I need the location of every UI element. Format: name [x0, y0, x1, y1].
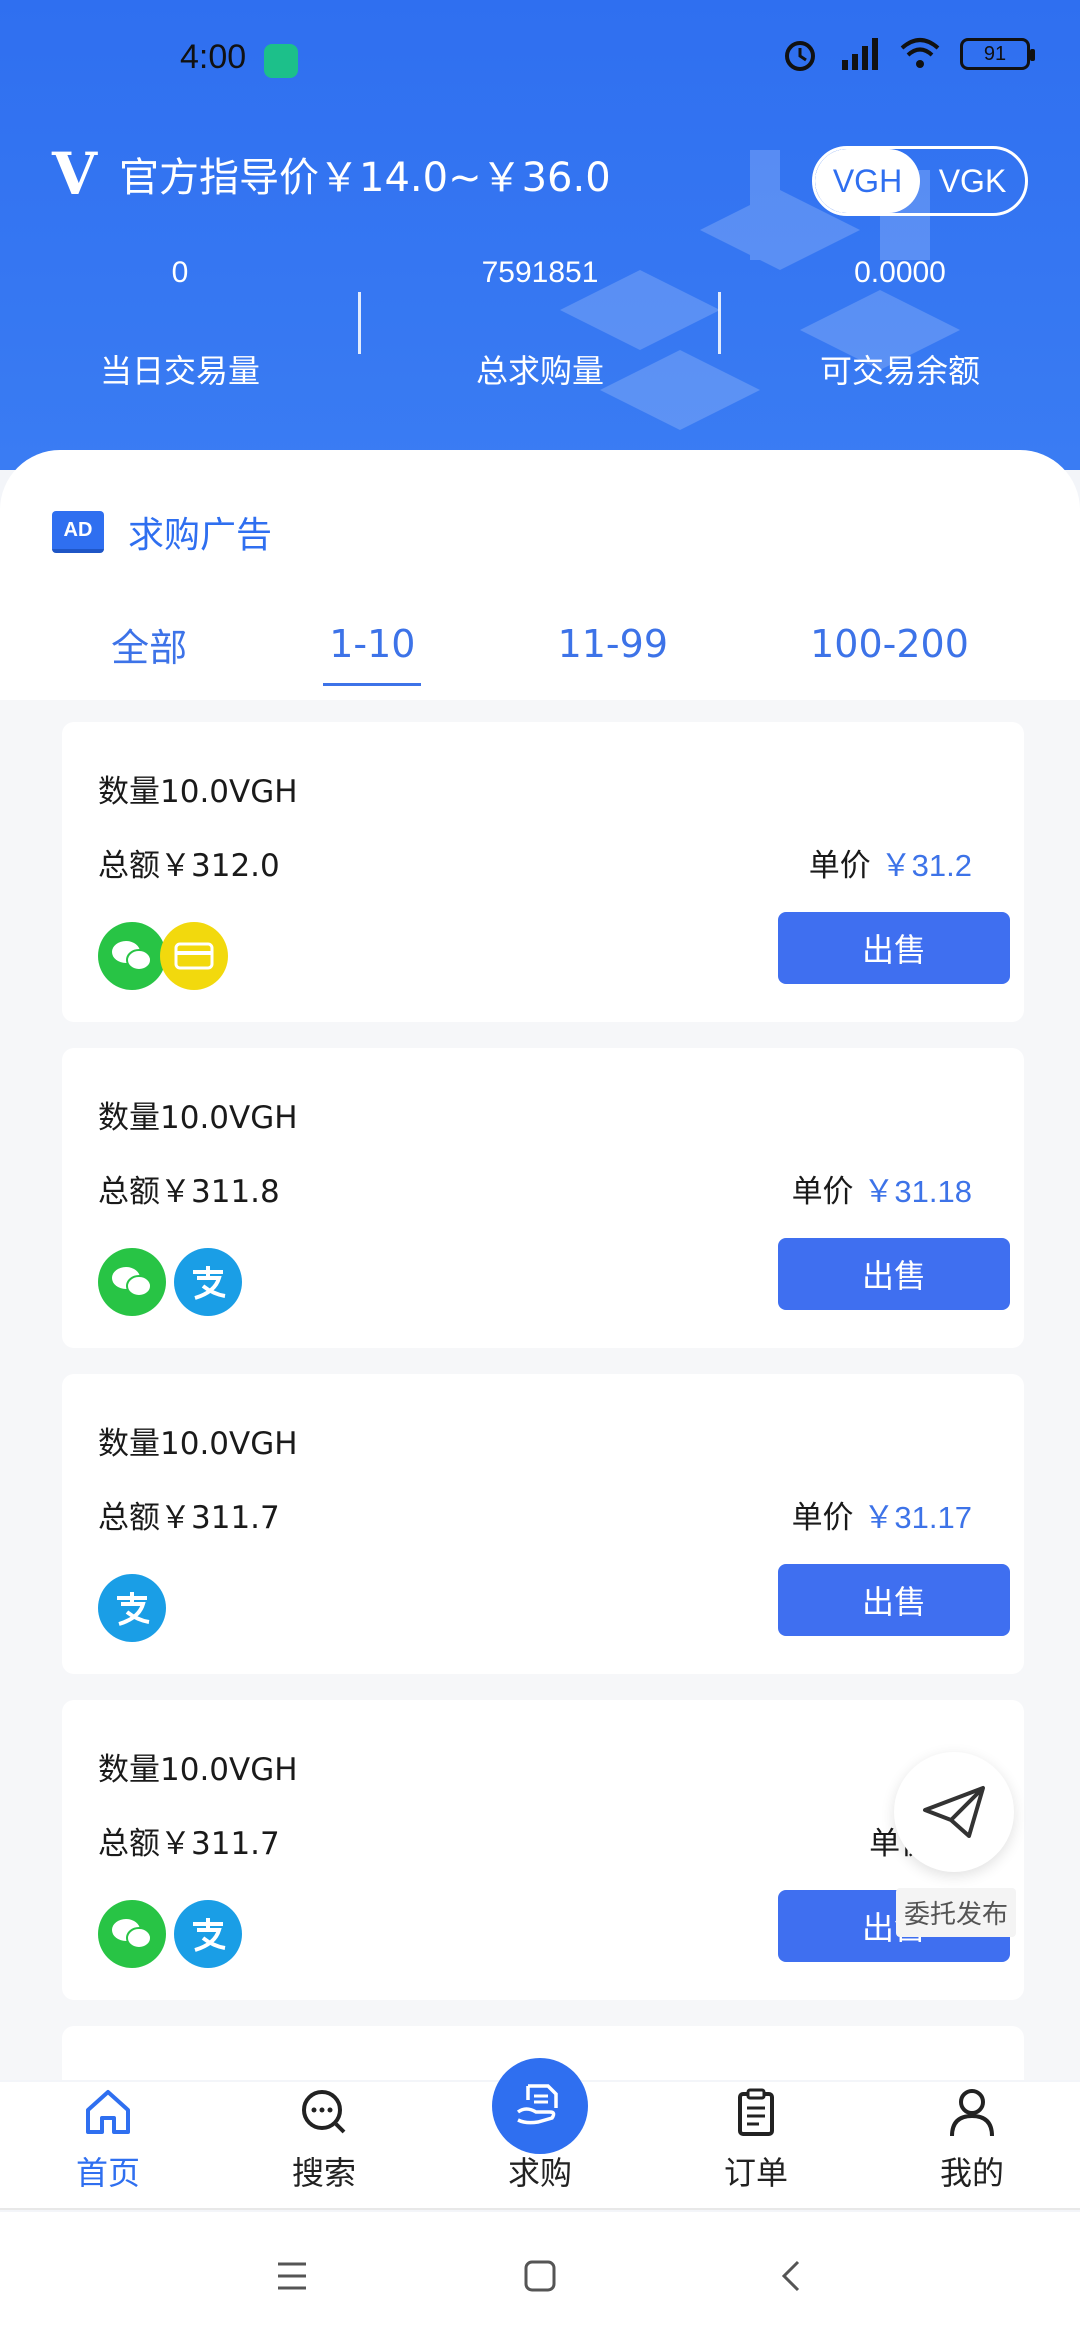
status-bar: 4:00 91	[0, 0, 1080, 120]
shield-icon	[264, 44, 298, 78]
nav-search[interactable]: 搜索	[216, 2082, 432, 2208]
alipay-icon	[174, 1248, 242, 1316]
system-nav-bar	[0, 2212, 1080, 2340]
app-logo: V	[52, 140, 98, 208]
nav-orders[interactable]: 订单	[648, 2082, 864, 2208]
list-item: 数量10.0VGH 总额￥311.8 单价 ￥31.18 出售	[62, 1048, 1024, 1348]
home-square-icon[interactable]	[520, 2256, 560, 2296]
ad-section-header: AD 求购广告	[52, 506, 272, 558]
list-item: 数量10.0VGH 总额￥311.7 单价 ￥31.17 出售	[62, 1374, 1024, 1674]
menu-icon[interactable]	[272, 2256, 312, 2296]
guide-price: 官方指导价￥14.0~￥36.0	[119, 155, 611, 201]
filter-tabs: 全部 1-10 11-99 100-200	[0, 610, 1080, 690]
ad-list: 数量10.0VGH 总额￥312.0 单价 ￥31.2 出售 数量10.0VGH…	[0, 700, 1080, 2080]
wifi-icon	[900, 38, 940, 68]
bottom-nav: 首页 搜索 求购 订单 我的	[0, 2058, 1080, 2210]
card-total: 总额￥311.7	[98, 1826, 280, 1862]
clipboard-icon	[738, 2088, 774, 2136]
signal-icon	[842, 38, 878, 70]
list-item: 数量10.0VGH 总额￥311.7 单价 ￥ 出售	[62, 1700, 1024, 2000]
purchase-icon	[492, 2058, 588, 2154]
toggle-vgk[interactable]: VGK	[920, 149, 1025, 213]
home-icon	[86, 2090, 130, 2134]
battery-indicator: 91	[960, 38, 1035, 70]
card-quantity: 数量10.0VGH	[98, 1752, 298, 1788]
delegate-publish-button[interactable]	[894, 1752, 1014, 1872]
tab-1-10[interactable]: 1-10	[323, 622, 422, 686]
status-time: 4:00	[180, 38, 247, 76]
card-unit-price: 单价 ￥31.18	[791, 1174, 972, 1210]
wechat-pay-icon	[98, 922, 166, 990]
coin-toggle[interactable]: VGH VGK	[812, 146, 1028, 216]
card-unit-price: 单价 ￥31.2	[808, 848, 972, 884]
alarm-icon	[785, 41, 815, 71]
toggle-vgh[interactable]: VGH	[815, 149, 920, 213]
search-icon	[302, 2090, 346, 2134]
card-total: 总额￥311.8	[98, 1174, 280, 1210]
delegate-publish-label: 委托发布	[896, 1888, 1017, 1937]
bank-card-icon	[160, 922, 228, 990]
stats-row: 0 当日交易量 7591851 总求购量 0.0000 可交易余额	[0, 250, 1080, 390]
alipay-icon	[98, 1574, 166, 1642]
header-banner: 4:00 91 V 官方指导价￥14.0~￥36.0 VGH VGK 0 当日交…	[0, 0, 1080, 470]
nav-home[interactable]: 首页	[0, 2082, 216, 2208]
ad-badge-icon: AD	[52, 511, 104, 553]
back-icon[interactable]	[772, 2256, 812, 2296]
sell-button[interactable]: 出售	[778, 912, 1010, 984]
stat-daily-volume: 0 当日交易量	[99, 256, 260, 390]
nav-profile[interactable]: 我的	[864, 2082, 1080, 2208]
ad-section-title: 求购广告	[128, 515, 273, 556]
sell-button[interactable]: 出售	[778, 1564, 1010, 1636]
stat-balance: 0.0000 可交易余额	[819, 256, 980, 390]
user-icon	[950, 2089, 994, 2137]
stat-divider	[358, 292, 361, 354]
card-total: 总额￥312.0	[98, 848, 280, 884]
paper-plane-icon	[923, 1786, 985, 1838]
card-unit-price: 单价 ￥31.17	[791, 1500, 972, 1536]
stat-divider	[718, 292, 721, 354]
nav-purchase[interactable]: 求购	[432, 2058, 648, 2208]
card-quantity: 数量10.0VGH	[98, 1100, 298, 1136]
wechat-pay-icon	[98, 1248, 166, 1316]
stat-total-purchase: 7591851 总求购量	[475, 256, 604, 390]
tab-all[interactable]: 全部	[111, 617, 187, 684]
card-quantity: 数量10.0VGH	[98, 1426, 298, 1462]
card-quantity: 数量10.0VGH	[98, 774, 298, 810]
wechat-pay-icon	[98, 1900, 166, 1968]
list-item: 数量10.0VGH 总额￥312.0 单价 ￥31.2 出售	[62, 722, 1024, 1022]
tab-100-200[interactable]: 100-200	[810, 622, 969, 678]
card-total: 总额￥311.7	[98, 1500, 280, 1536]
sell-button[interactable]: 出售	[778, 1238, 1010, 1310]
tab-11-99[interactable]: 11-99	[558, 622, 668, 678]
alipay-icon	[174, 1900, 242, 1968]
